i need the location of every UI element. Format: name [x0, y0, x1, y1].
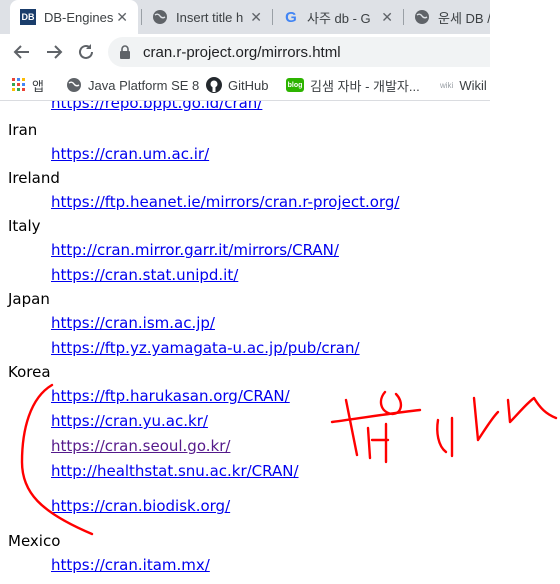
url-text: cran.r-project.org/mirrors.html — [143, 43, 341, 61]
tab-unse-db[interactable]: 운세 DB / — [404, 0, 490, 34]
page-content: https://repo.bppt.go.id/cran/ Iran https… — [0, 101, 560, 584]
db-engines-favicon: DB — [20, 9, 36, 25]
country-heading: Ireland — [8, 169, 60, 187]
bookmark-apps[interactable]: 앱 — [12, 70, 44, 100]
google-icon: G — [285, 8, 297, 26]
bookmark-blog[interactable]: blog 김샘 자바 - 개발자... — [286, 70, 420, 100]
back-button[interactable] — [10, 40, 34, 64]
country-heading: Mexico — [8, 532, 61, 550]
mirror-link[interactable]: https://cran.biodisk.org/ — [51, 497, 230, 515]
browser-toolbar: cran.r-project.org/mirrors.html — [0, 34, 490, 70]
bookmarks-bar: 앱 Java Platform SE 8 GitHub blog 김샘 자바 -… — [0, 70, 490, 101]
country-heading: Iran — [8, 121, 38, 139]
bookmark-label: 김샘 자바 - 개발자... — [310, 78, 420, 94]
mirror-link[interactable]: https://ftp.heanet.ie/mirrors/cran.r-pro… — [51, 193, 399, 211]
country-heading: Italy — [8, 217, 41, 235]
tab-db-engines[interactable]: DB DB-Engines ✕ — [10, 0, 138, 34]
bookmark-label: Java Platform SE 8 — [88, 77, 200, 93]
globe-icon — [66, 77, 82, 93]
apps-grid-icon — [12, 78, 26, 92]
mirror-link[interactable]: https://ftp.yz.yamagata-u.ac.jp/pub/cran… — [51, 339, 360, 357]
bookmark-wiki[interactable]: wiki Wikil — [440, 70, 487, 100]
bookmark-github[interactable]: GitHub — [206, 70, 268, 100]
globe-icon — [414, 9, 430, 25]
mirror-link[interactable]: https://cran.stat.unipd.it/ — [51, 266, 238, 284]
bookmark-label: Wikil — [459, 77, 487, 93]
mirror-link[interactable]: https://cran.seoul.go.kr/ — [51, 437, 230, 455]
address-bar[interactable]: cran.r-project.org/mirrors.html — [108, 37, 490, 67]
mirror-link[interactable]: https://cran.um.ac.ir/ — [51, 145, 209, 163]
country-heading: Japan — [8, 290, 50, 308]
blog-icon: blog — [286, 78, 304, 92]
tab-saju-db[interactable]: G 사주 db - G ✕ — [273, 0, 403, 34]
tab-insert-title[interactable]: Insert title h ✕ — [142, 0, 272, 34]
bookmark-label: GitHub — [228, 77, 269, 93]
mirror-link[interactable]: http://cran.mirror.garr.it/mirrors/CRAN/ — [51, 241, 339, 259]
tab-title: 운세 DB / — [438, 10, 490, 26]
github-icon — [206, 77, 222, 93]
mirror-link[interactable]: https://cran.ism.ac.jp/ — [51, 314, 215, 332]
reload-button[interactable] — [74, 40, 98, 64]
mirror-link[interactable]: https://cran.itam.mx/ — [51, 556, 210, 574]
tab-strip: DB DB-Engines ✕ Insert title h ✕ G 사주 db… — [0, 0, 490, 34]
reload-icon — [79, 44, 93, 59]
mirror-link[interactable]: https://cran.yu.ac.kr/ — [51, 412, 208, 430]
wiki-icon: wiki — [440, 80, 454, 90]
forward-arrow-icon — [47, 45, 63, 59]
mirror-link[interactable]: https://repo.bppt.go.id/cran/ — [51, 101, 262, 112]
forward-button[interactable] — [42, 40, 66, 64]
mirror-link[interactable]: http://healthstat.snu.ac.kr/CRAN/ — [51, 462, 299, 480]
country-heading: Korea — [8, 363, 51, 381]
bookmark-label: 앱 — [32, 78, 44, 94]
close-icon[interactable]: ✕ — [250, 9, 262, 26]
mirror-link[interactable]: https://ftp.harukasan.org/CRAN/ — [51, 387, 290, 405]
tab-title: DB-Engines — [44, 9, 114, 25]
back-arrow-icon — [13, 45, 29, 59]
tab-title: 사주 db - G — [307, 10, 371, 26]
lock-icon — [119, 45, 131, 59]
close-icon[interactable]: ✕ — [116, 9, 128, 26]
close-icon[interactable]: ✕ — [381, 9, 393, 26]
globe-icon — [152, 9, 168, 25]
bookmark-java-platform[interactable]: Java Platform SE 8 — [66, 70, 199, 100]
